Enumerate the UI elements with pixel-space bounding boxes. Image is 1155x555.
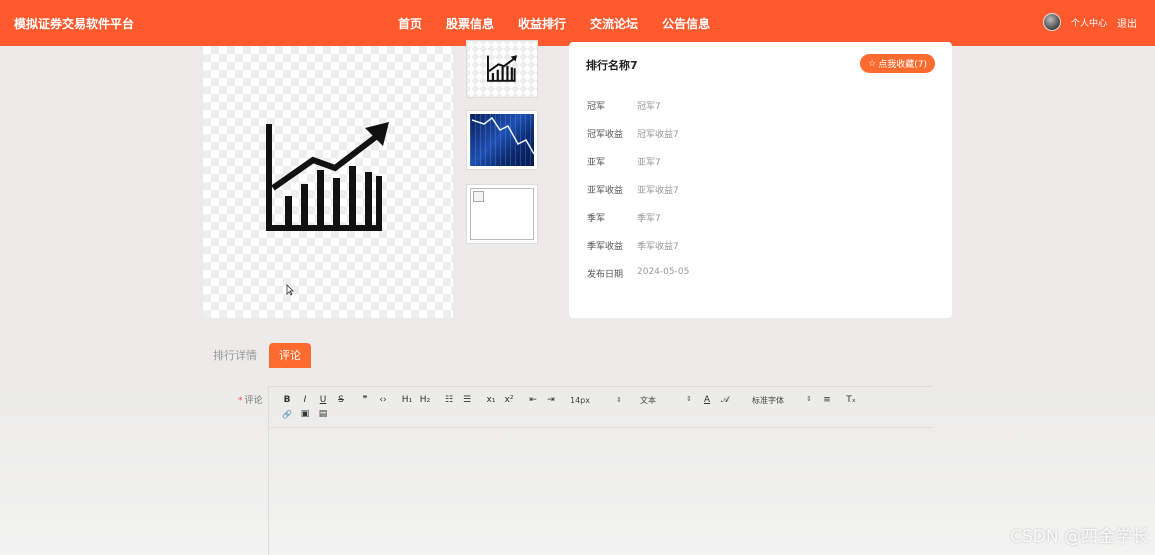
avatar[interactable] <box>1042 13 1061 31</box>
info-value: 季军7 <box>637 214 661 224</box>
info-row: 亚军 亚军7 <box>587 155 689 183</box>
bar-chart-growth-icon <box>487 55 517 82</box>
info-value: 亚军收益7 <box>637 186 679 196</box>
info-row: 亚军收益 亚军收益7 <box>587 183 689 211</box>
nav-ranking[interactable]: 收益排行 <box>518 15 566 32</box>
info-rows: 冠军 冠军7 冠军收益 冠军收益7 亚军 亚军7 亚军收益 亚军收益7 季军 季… <box>587 99 689 295</box>
clear-format-icon[interactable]: Tₓ <box>842 395 860 405</box>
nav-stocks[interactable]: 股票信息 <box>446 15 494 32</box>
rich-text-editor: B I U S ❞ ‹› H₁ H₂ ☷ ☰ x₁ x² ⇤ ⇥ 14px ⇕ 文… <box>268 386 933 555</box>
link-icon[interactable]: 🔗 <box>278 410 296 419</box>
indent-icon[interactable]: ⇥ <box>542 395 560 405</box>
toolbar-row-1: B I U S ❞ ‹› H₁ H₂ ☷ ☰ x₁ x² ⇤ ⇥ 14px ⇕ 文… <box>278 393 933 407</box>
nav-notice[interactable]: 公告信息 <box>662 15 710 32</box>
info-key: 季军收益 <box>587 242 624 252</box>
updown-caret-icon: ⇕ <box>686 394 692 403</box>
info-key: 发布日期 <box>587 270 624 280</box>
text-format-select[interactable]: 文本 ⇕ <box>640 395 692 406</box>
main-nav: 首页 股票信息 收益排行 交流论坛 公告信息 <box>398 15 710 32</box>
logout-link[interactable]: 退出 <box>1117 15 1137 30</box>
info-value: 2024-05-05 <box>637 267 690 277</box>
info-row: 季军 季军7 <box>587 211 689 239</box>
info-row: 冠军收益 冠军收益7 <box>587 127 689 155</box>
strike-icon[interactable]: S <box>332 395 350 405</box>
thumbnail-stock-photo[interactable] <box>466 110 538 170</box>
detail-tabs: 排行详情 评论 <box>203 343 311 368</box>
top-navbar: 模拟证券交易软件平台 首页 股票信息 收益排行 交流论坛 公告信息 个人中心 退… <box>0 0 1155 46</box>
site-brand[interactable]: 模拟证券交易软件平台 <box>14 15 134 32</box>
bold-icon[interactable]: B <box>278 395 296 405</box>
info-value: 季军收益7 <box>637 242 679 252</box>
image-icon[interactable]: ▣ <box>296 409 314 419</box>
editor-content-area[interactable] <box>269 428 933 555</box>
broken-image-icon <box>470 188 534 240</box>
info-row: 冠军 冠军7 <box>587 99 689 127</box>
thumbnail-broken-image[interactable] <box>466 184 538 244</box>
blockquote-icon[interactable]: ❞ <box>356 395 374 405</box>
nav-home[interactable]: 首页 <box>398 15 422 32</box>
font-family-value: 标准字体 <box>752 395 784 405</box>
mouse-cursor-icon <box>286 284 294 296</box>
info-value: 亚军7 <box>637 158 661 168</box>
outdent-icon[interactable]: ⇤ <box>524 395 542 405</box>
video-icon[interactable]: ▤ <box>314 409 332 419</box>
heading-1-icon[interactable]: H₁ <box>398 395 416 405</box>
font-size-select[interactable]: 14px ⇕ <box>570 396 622 405</box>
info-key: 冠军收益 <box>587 130 624 140</box>
subscript-icon[interactable]: x₁ <box>482 395 500 405</box>
favorite-label: 点我收藏(7) <box>878 60 927 70</box>
bar-chart-growth-icon <box>266 122 389 231</box>
main-product-image <box>203 46 453 318</box>
user-area: 个人中心 退出 <box>1042 13 1137 31</box>
stock-market-photo <box>470 114 534 166</box>
favorite-button[interactable]: ☆ 点我收藏(7) <box>860 54 935 73</box>
required-mark: * <box>238 396 243 406</box>
editor-toolbar: B I U S ❞ ‹› H₁ H₂ ☷ ☰ x₁ x² ⇤ ⇥ 14px ⇕ 文… <box>269 387 933 428</box>
bullet-list-icon[interactable]: ☰ <box>458 395 476 405</box>
updown-caret-icon: ⇕ <box>616 395 622 404</box>
heading-2-icon[interactable]: H₂ <box>416 395 434 405</box>
underline-icon[interactable]: U <box>314 395 332 405</box>
code-block-icon[interactable]: ‹› <box>374 395 392 405</box>
ranking-title: 排行名称7 <box>586 59 638 72</box>
info-key: 亚军收益 <box>587 186 624 196</box>
thumbnail-chart[interactable] <box>466 40 538 98</box>
info-value: 冠军收益7 <box>637 130 679 140</box>
nav-forum[interactable]: 交流论坛 <box>590 15 638 32</box>
font-size-value: 14px <box>570 395 590 405</box>
tab-comment[interactable]: 评论 <box>269 343 311 368</box>
info-value: 冠军7 <box>637 102 661 112</box>
background-color-icon[interactable]: 𝒜 <box>716 395 734 405</box>
watermark: CSDN @四金学长 <box>1010 527 1149 547</box>
comment-label-text: 评论 <box>244 396 263 406</box>
italic-icon[interactable]: I <box>296 395 314 405</box>
star-icon: ☆ <box>868 58 877 69</box>
updown-caret-icon: ⇕ <box>806 394 812 403</box>
toolbar-row-2: 🔗 ▣ ▤ <box>278 407 933 421</box>
font-color-icon[interactable]: A <box>698 395 716 405</box>
info-key: 冠军 <box>587 102 606 112</box>
superscript-icon[interactable]: x² <box>500 395 518 405</box>
info-row: 发布日期 2024-05-05 <box>587 267 689 295</box>
info-key: 季军 <box>587 214 606 224</box>
ranking-info-card: 排行名称7 ☆ 点我收藏(7) 冠军 冠军7 冠军收益 冠军收益7 亚军 亚军7… <box>569 42 952 318</box>
user-center-link[interactable]: 个人中心 <box>1071 16 1107 29</box>
text-format-value: 文本 <box>640 395 656 405</box>
info-row: 季军收益 季军收益7 <box>587 239 689 267</box>
stock-trend-line-icon <box>471 116 534 155</box>
ordered-list-icon[interactable]: ☷ <box>440 395 458 405</box>
info-key: 亚军 <box>587 158 606 168</box>
align-icon[interactable]: ≡ <box>818 395 836 405</box>
tab-ranking-detail[interactable]: 排行详情 <box>203 343 267 368</box>
font-family-select[interactable]: 标准字体 ⇕ <box>752 395 812 406</box>
comment-label: * 评论 <box>238 393 263 406</box>
